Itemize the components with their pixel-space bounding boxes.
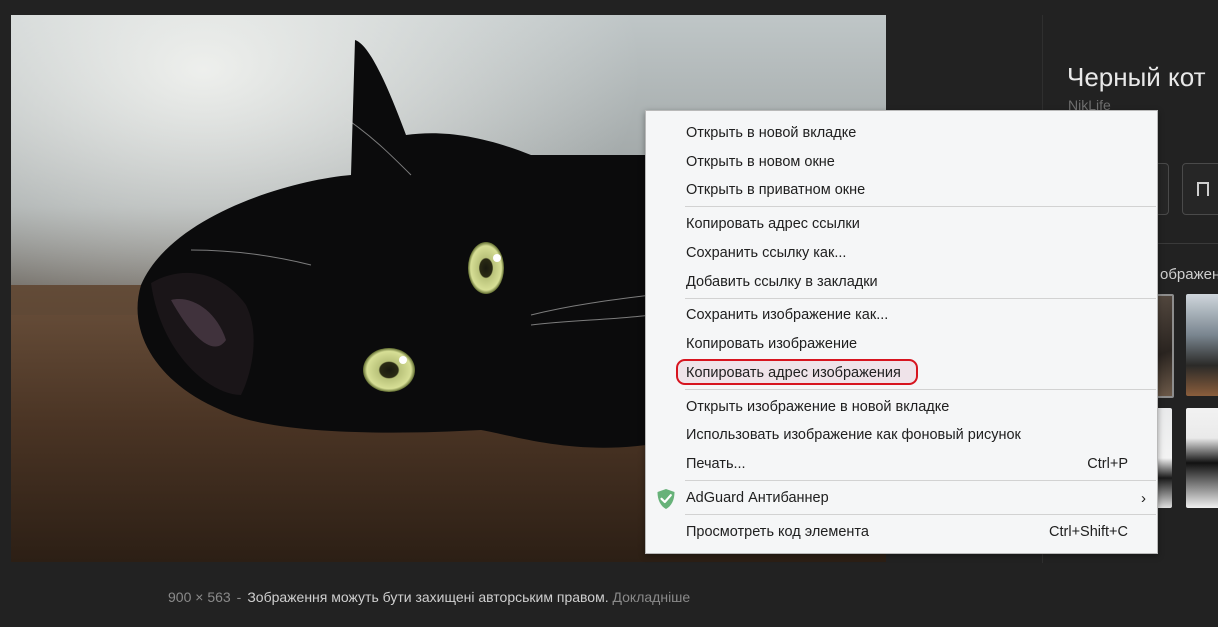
menu-item-save-image-as[interactable]: Сохранить изображение как... — [647, 302, 1156, 329]
menu-item-label: Открыть изображение в новой вкладке — [686, 399, 950, 415]
caption-separator: - — [236, 589, 242, 605]
bookmark-icon — [1197, 182, 1209, 196]
menu-separator — [685, 206, 1156, 207]
image-caption: 900 × 563- Зображення можуть бути захищен… — [168, 589, 690, 605]
related-thumbnail[interactable] — [1186, 294, 1218, 396]
menu-item-shortcut: Ctrl+P — [1087, 456, 1128, 472]
menu-item-label: Копировать изображение — [686, 336, 858, 352]
menu-item-label: Сохранить ссылку как... — [686, 245, 847, 261]
menu-item-label: Открыть в приватном окне — [686, 182, 866, 198]
menu-item-label: Копировать адрес ссылки — [686, 216, 860, 232]
menu-item-label: Сохранить изображение как... — [686, 307, 889, 323]
menu-item-adguard[interactable]: AdGuard Антибаннер › — [647, 485, 1156, 512]
menu-separator — [685, 514, 1156, 515]
copyright-notice: Зображення можуть бути захищені авторськ… — [247, 589, 609, 605]
menu-item-label: Добавить ссылку в закладки — [686, 274, 878, 290]
menu-item-shortcut: Ctrl+Shift+C — [1049, 524, 1128, 540]
menu-item-save-link-as[interactable]: Сохранить ссылку как... — [647, 240, 1156, 267]
context-menu: Открыть в новой вкладке Открыть в новом … — [645, 110, 1158, 554]
menu-item-label: Открыть в новой вкладке — [686, 125, 857, 141]
menu-item-copy-image-address[interactable]: Копировать адрес изображения — [647, 360, 1156, 387]
menu-item-bookmark-link[interactable]: Добавить ссылку в закладки — [647, 269, 1156, 296]
image-dimensions: 900 × 563 — [168, 589, 231, 605]
menu-item-label: Печать... — [686, 456, 746, 472]
menu-item-open-new-window[interactable]: Открыть в новом окне — [647, 149, 1156, 176]
menu-item-set-as-background[interactable]: Использовать изображение как фоновый рис… — [647, 422, 1156, 449]
menu-item-label: Использовать изображение как фоновый рис… — [686, 427, 1021, 443]
menu-item-open-new-tab[interactable]: Открыть в новой вкладке — [647, 120, 1156, 147]
learn-more-link[interactable]: Докладніше — [613, 589, 691, 605]
menu-item-label: Открыть в новом окне — [686, 154, 835, 170]
menu-item-inspect-element[interactable]: Просмотреть код элемента Ctrl+Shift+C — [647, 519, 1156, 546]
submenu-arrow-icon: › — [1141, 490, 1146, 507]
save-button[interactable] — [1182, 163, 1218, 215]
related-images-heading: ображен — [1160, 266, 1218, 283]
menu-item-label: Просмотреть код элемента — [686, 524, 869, 540]
menu-item-copy-link-address[interactable]: Копировать адрес ссылки — [647, 211, 1156, 238]
menu-separator — [685, 298, 1156, 299]
menu-item-open-image-new-tab[interactable]: Открыть изображение в новой вкладке — [647, 394, 1156, 421]
menu-item-print[interactable]: Печать... Ctrl+P — [647, 451, 1156, 478]
related-thumbnail[interactable] — [1186, 408, 1218, 508]
menu-separator — [685, 480, 1156, 481]
menu-item-copy-image[interactable]: Копировать изображение — [647, 331, 1156, 358]
menu-item-open-private-window[interactable]: Открыть в приватном окне — [647, 177, 1156, 204]
menu-separator — [685, 389, 1156, 390]
image-title: Черный кот — [1067, 62, 1206, 92]
menu-item-label: AdGuard Антибаннер — [686, 490, 829, 506]
menu-item-label: Копировать адрес изображения — [686, 365, 901, 381]
